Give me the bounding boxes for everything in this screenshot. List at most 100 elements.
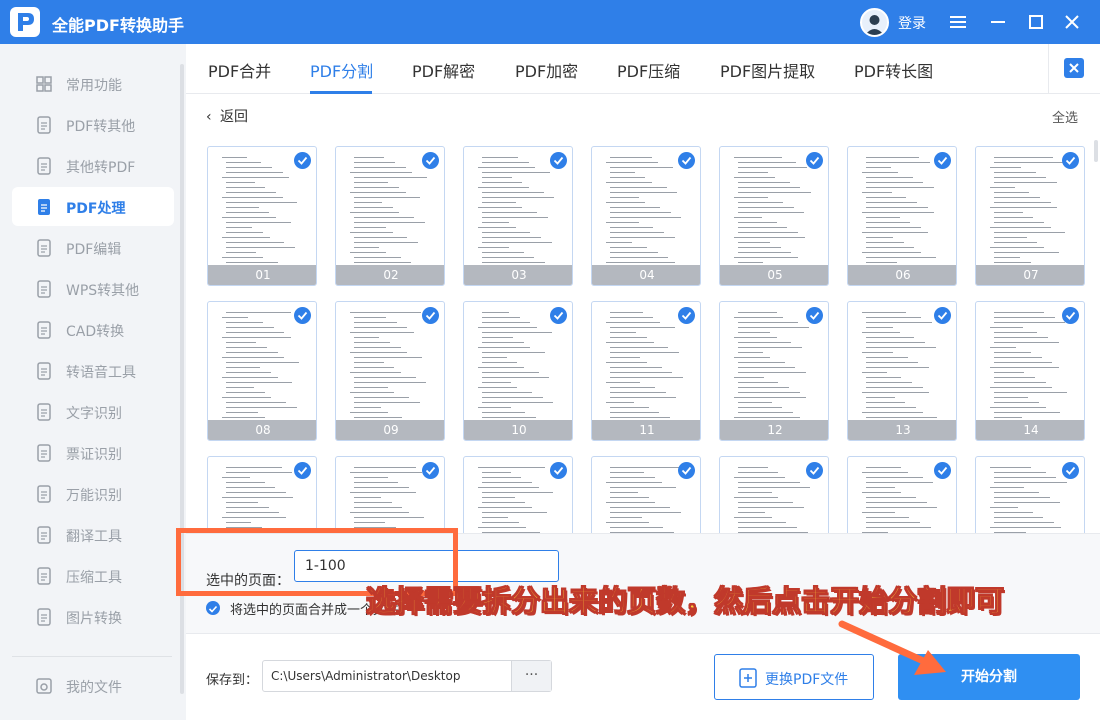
sidebar-item-13[interactable]: 图片转换 [12,597,174,636]
check-icon[interactable] [550,152,567,169]
sidebar-item-my-files[interactable]: 我的文件 [12,666,174,705]
login-link[interactable]: 登录 [898,13,926,33]
sidebar-scrollbar[interactable] [180,64,184,694]
page-number: 08 [208,420,316,440]
check-icon[interactable] [934,307,951,324]
sidebar-item-10[interactable]: 万能识别 [12,474,174,513]
chevron-left-icon: ‹ [206,109,212,125]
close-panel-icon[interactable] [1064,58,1084,78]
page-preview [478,157,560,267]
page-thumbnail[interactable]: 02 [335,146,445,286]
select-all-link[interactable]: 全选 [1052,107,1078,126]
sidebar-item-label: 转语音工具 [66,365,136,381]
check-icon[interactable] [678,152,695,169]
sidebar-item-label: 翻译工具 [66,529,122,545]
sidebar-item-6[interactable]: CAD转换 [12,310,174,349]
save-path-field[interactable]: C:\Users\Administrator\Desktop ··· [262,660,552,692]
cad-icon [34,320,54,340]
check-icon[interactable] [1062,462,1079,479]
tab-3[interactable]: PDF加密 [515,58,578,82]
page-thumbnail[interactable]: 06 [847,146,957,286]
page-preview [862,157,944,267]
thumbnails-scrollbar[interactable] [1094,140,1098,162]
page-thumbnail[interactable]: 09 [335,301,445,441]
ticket-icon [34,443,54,463]
sidebar-item-label: PDF编辑 [66,242,122,258]
page-thumbnail[interactable]: 07 [975,146,1085,286]
page-preview [606,157,688,267]
browse-button[interactable]: ··· [511,661,551,691]
title-bar: 全能PDF转换助手 登录 [0,0,1100,44]
footer-divider [186,633,1100,634]
start-split-button[interactable]: 开始分割 [898,654,1080,700]
page-preview [606,312,688,422]
page-preview [222,312,304,422]
check-icon[interactable] [294,152,311,169]
back-link[interactable]: ‹ 返回 [206,106,248,126]
page-preview [350,157,432,267]
page-thumbnail[interactable]: 14 [975,301,1085,441]
minimize-icon[interactable] [986,10,1010,34]
merge-checkbox[interactable] [206,601,220,615]
page-number: 13 [848,420,956,440]
save-path-text: C:\Users\Administrator\Desktop [271,669,461,683]
check-icon[interactable] [806,307,823,324]
sidebar-item-11[interactable]: 翻译工具 [12,515,174,554]
page-thumbnail[interactable]: 10 [463,301,573,441]
check-icon[interactable] [294,307,311,324]
sidebar-item-label: WPS转其他 [66,283,140,299]
check-icon[interactable] [934,152,951,169]
folder-icon [34,676,54,696]
check-icon[interactable] [1062,307,1079,324]
page-number: 06 [848,265,956,285]
page-thumbnail[interactable]: 13 [847,301,957,441]
check-icon[interactable] [550,462,567,479]
page-thumbnail[interactable]: 01 [207,146,317,286]
page-number: 14 [976,420,1084,440]
page-thumbnail[interactable]: 08 [207,301,317,441]
grid-icon [34,74,54,94]
tab-1[interactable]: PDF分割 [310,58,373,82]
check-icon[interactable] [1062,152,1079,169]
tab-4[interactable]: PDF压缩 [617,58,680,82]
page-thumbnail[interactable]: 12 [719,301,829,441]
sidebar-item-0[interactable]: 常用功能 [12,64,174,103]
check-icon[interactable] [934,462,951,479]
sidebar-item-5[interactable]: WPS转其他 [12,269,174,308]
check-icon[interactable] [422,152,439,169]
check-icon[interactable] [422,307,439,324]
tab-6[interactable]: PDF转长图 [854,58,933,82]
sidebar-item-7[interactable]: 转语音工具 [12,351,174,390]
check-icon[interactable] [294,462,311,479]
page-thumbnail[interactable]: 11 [591,301,701,441]
menu-icon[interactable] [946,10,970,34]
check-icon[interactable] [550,307,567,324]
app-title: 全能PDF转换助手 [52,16,184,35]
check-icon[interactable] [678,307,695,324]
sidebar-item-3[interactable]: PDF处理 [12,187,174,226]
close-window-icon[interactable] [1060,10,1084,34]
voice-icon [34,361,54,381]
sidebar-item-2[interactable]: 其他转PDF [12,146,174,185]
tab-2[interactable]: PDF解密 [412,58,475,82]
sidebar-item-8[interactable]: 文字识别 [12,392,174,431]
page-thumbnail[interactable]: 04 [591,146,701,286]
sidebar-item-label: 常用功能 [66,78,122,94]
page-thumbnail[interactable]: 03 [463,146,573,286]
sidebar-item-label: 票证识别 [66,447,122,463]
avatar[interactable] [860,8,889,37]
check-icon[interactable] [806,462,823,479]
check-icon[interactable] [422,462,439,479]
sidebar-item-1[interactable]: PDF转其他 [12,105,174,144]
tab-5[interactable]: PDF图片提取 [720,58,815,82]
sidebar-item-9[interactable]: 票证识别 [12,433,174,472]
check-icon[interactable] [806,152,823,169]
sidebar-item-4[interactable]: PDF编辑 [12,228,174,267]
sidebar-item-12[interactable]: 压缩工具 [12,556,174,595]
maximize-icon[interactable] [1024,10,1048,34]
check-icon[interactable] [678,462,695,479]
page-preview [734,312,816,422]
tab-0[interactable]: PDF合并 [208,58,271,82]
page-thumbnail[interactable]: 05 [719,146,829,286]
change-pdf-button[interactable]: 更换PDF文件 [714,654,874,700]
